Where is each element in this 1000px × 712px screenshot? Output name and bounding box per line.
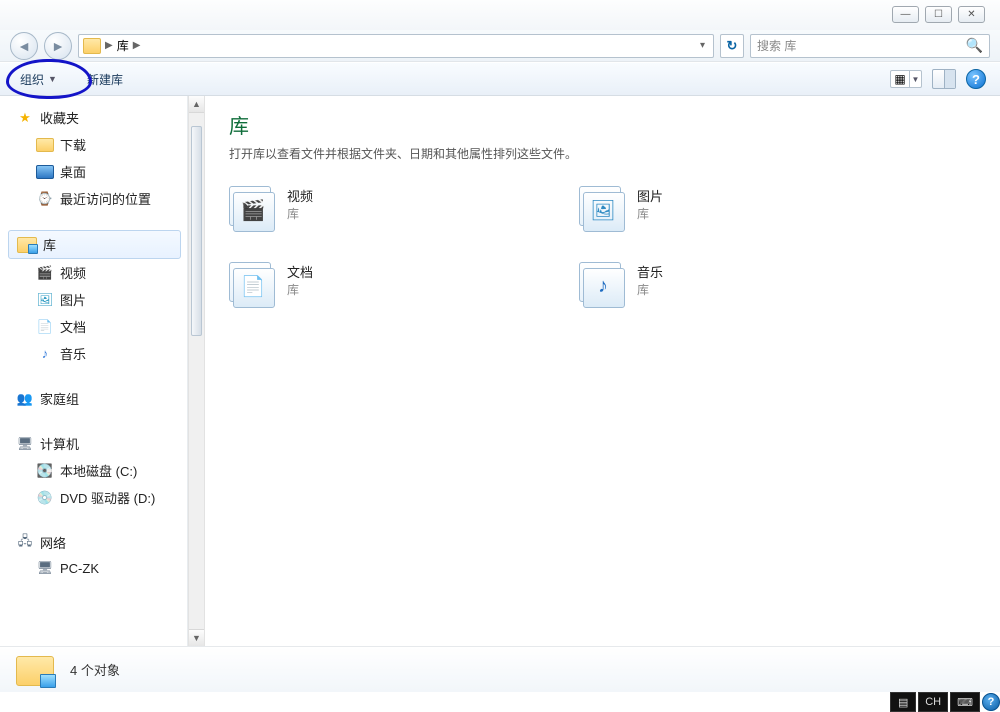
view-icon: ▦ (890, 70, 910, 88)
ime-help-button[interactable]: ? (982, 693, 1000, 711)
sidebar-item-local-disk-c[interactable]: 💽 本地磁盘 (C:) (4, 457, 187, 484)
libraries-icon (14, 652, 56, 688)
sidebar-item-recent[interactable]: ⌚ 最近访问的位置 (4, 185, 187, 212)
navigation-pane: ★ 收藏夹 下载 桌面 ⌚ 最近访问的位置 库 🎬 视 (0, 96, 188, 646)
search-input[interactable]: 搜索 库 🔍 (750, 34, 990, 58)
search-placeholder: 搜索 库 (757, 37, 796, 54)
address-bar[interactable]: ▶ 库 ▶ ▾ (78, 34, 714, 58)
sidebar-homegroup[interactable]: 👥 家庭组 (4, 385, 187, 412)
keyboard-icon[interactable]: ⌨ (950, 692, 980, 712)
scroll-thumb[interactable] (191, 126, 202, 336)
scroll-up-icon[interactable]: ▲ (189, 96, 204, 113)
sidebar-favorites[interactable]: ★ 收藏夹 (4, 104, 187, 131)
sidebar-scrollbar[interactable]: ▲ ▼ (188, 96, 205, 646)
status-bar: 4 个对象 (0, 646, 1000, 692)
chevron-down-icon[interactable]: ▼ (910, 70, 922, 88)
sidebar-item-dvd-drive-d[interactable]: 💿 DVD 驱动器 (D:) (4, 484, 187, 511)
chevron-right-icon: ▶ (105, 40, 113, 51)
ime-pad-icon[interactable]: ▤ (890, 692, 916, 712)
document-icon: 📄 (36, 319, 54, 335)
chevron-down-icon: ▼ (48, 74, 57, 84)
organize-button[interactable]: 组织▼ (14, 68, 63, 91)
music-icon: ♪ (36, 346, 54, 362)
page-subtitle: 打开库以查看文件并根据文件夹、日期和其他属性排列这些文件。 (229, 145, 976, 162)
library-item-pictures[interactable]: 🖼 图片 库 (579, 186, 869, 234)
sidebar-computer[interactable]: 🖥 计算机 (4, 430, 187, 457)
status-text: 4 个对象 (70, 660, 120, 679)
sidebar-item-videos[interactable]: 🎬 视频 (4, 259, 187, 286)
preview-pane-button[interactable] (932, 69, 956, 89)
library-item-documents[interactable]: 📄 文档 库 (229, 262, 519, 310)
computer-icon: 🖥 (16, 436, 34, 452)
video-library-icon: 🎬 (229, 186, 277, 234)
sidebar-item-documents[interactable]: 📄 文档 (4, 313, 187, 340)
dvd-icon: 💿 (36, 490, 54, 506)
picture-library-icon: 🖼 (579, 186, 627, 234)
library-item-videos[interactable]: 🎬 视频 库 (229, 186, 519, 234)
recent-icon: ⌚ (36, 191, 54, 207)
disk-icon: 💽 (36, 463, 54, 479)
sidebar-item-music[interactable]: ♪ 音乐 (4, 340, 187, 367)
sidebar-network[interactable]: 🖧 网络 (4, 529, 187, 556)
address-dropdown[interactable]: ▾ (696, 40, 709, 51)
computer-icon: 🖥 (36, 560, 54, 576)
sidebar-item-network-pc[interactable]: 🖥 PC-ZK (4, 556, 187, 580)
sidebar-item-downloads[interactable]: 下载 (4, 131, 187, 158)
navigation-bar: ◄ ► ▶ 库 ▶ ▾ ↻ 搜索 库 🔍 (0, 30, 1000, 62)
content-pane: 库 打开库以查看文件并根据文件夹、日期和其他属性排列这些文件。 🎬 视频 库 🖼 (205, 96, 1000, 646)
picture-icon: 🖼 (36, 292, 54, 308)
star-icon: ★ (16, 110, 34, 126)
video-icon: 🎬 (36, 265, 54, 281)
view-mode-button[interactable]: ▦ ▼ (890, 70, 922, 88)
desktop-icon (36, 165, 54, 179)
scroll-down-icon[interactable]: ▼ (189, 629, 204, 646)
maximize-button[interactable]: ☐ (925, 6, 952, 23)
libraries-icon (17, 237, 37, 253)
new-library-button[interactable]: 新建库 (81, 68, 129, 91)
language-bar[interactable]: ▤ CH ⌨ ? (890, 692, 1000, 712)
chevron-right-icon[interactable]: ▶ (133, 40, 141, 51)
search-icon: 🔍 (966, 37, 983, 54)
titlebar: — ☐ ✕ (0, 0, 1000, 30)
toolbar: 组织▼ 新建库 ▦ ▼ ? (0, 62, 1000, 96)
refresh-button[interactable]: ↻ (720, 34, 744, 58)
sidebar-item-pictures[interactable]: 🖼 图片 (4, 286, 187, 313)
back-button[interactable]: ◄ (10, 32, 38, 60)
minimize-button[interactable]: — (892, 6, 919, 23)
forward-button[interactable]: ► (44, 32, 72, 60)
page-title: 库 (229, 110, 976, 139)
document-library-icon: 📄 (229, 262, 277, 310)
close-button[interactable]: ✕ (958, 6, 985, 23)
breadcrumb-root[interactable]: 库 (117, 37, 129, 54)
music-library-icon: ♪ (579, 262, 627, 310)
folder-icon (36, 138, 54, 152)
homegroup-icon: 👥 (16, 391, 34, 407)
library-item-music[interactable]: ♪ 音乐 库 (579, 262, 869, 310)
sidebar-item-desktop[interactable]: 桌面 (4, 158, 187, 185)
help-button[interactable]: ? (966, 69, 986, 89)
ime-indicator[interactable]: CH (918, 692, 948, 712)
libraries-crumb-icon (83, 38, 101, 54)
sidebar-libraries[interactable]: 库 (8, 230, 181, 259)
network-icon: 🖧 (16, 535, 34, 551)
